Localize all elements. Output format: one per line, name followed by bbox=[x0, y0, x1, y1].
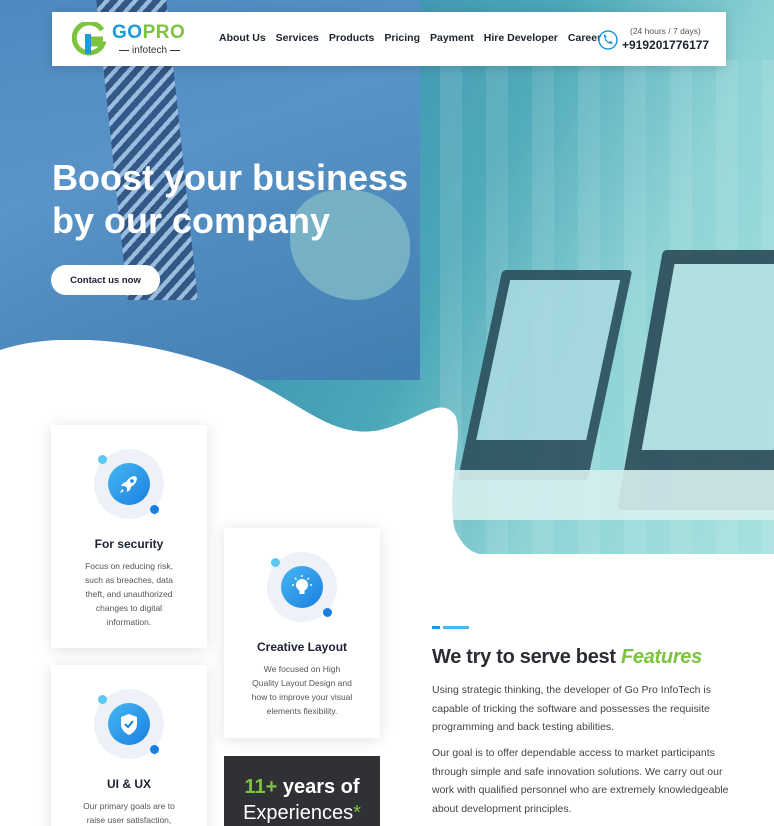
card-icon-circle bbox=[94, 689, 164, 759]
feature-card-creative-layout: Creative Layout We focused on High Quali… bbox=[224, 528, 380, 738]
features-paragraph: Using strategic thinking, the developer … bbox=[432, 684, 711, 733]
contact-phone[interactable]: (24 hours / 7 days) +919201776177 bbox=[598, 24, 718, 56]
features-heading-main: We try to serve best bbox=[432, 646, 616, 668]
rocket-icon bbox=[120, 476, 137, 493]
feature-card-ui-ux: UI & UX Our primary goals are to raise u… bbox=[51, 665, 207, 826]
logo-brand-pro: PRO bbox=[142, 22, 186, 43]
nav-about-us[interactable]: About Us bbox=[219, 32, 266, 44]
site-logo[interactable]: GOPRO infotech bbox=[72, 20, 192, 60]
nav-services[interactable]: Services bbox=[276, 32, 319, 44]
features-heading: We try to serve best Features bbox=[432, 646, 702, 669]
card-title: UI & UX bbox=[106, 777, 151, 791]
phone-hours: (24 hours / 7 days) bbox=[630, 26, 701, 36]
hero-title-line2: by our company bbox=[52, 200, 331, 241]
section-accent-bar bbox=[432, 626, 440, 629]
nav-products[interactable]: Products bbox=[329, 32, 375, 44]
features-heading-highlight: Features bbox=[620, 646, 702, 668]
logo-subtitle: infotech bbox=[116, 45, 183, 56]
nav-pricing[interactable]: Pricing bbox=[384, 32, 420, 44]
card-text: We focused on High Quality Layout Design… bbox=[251, 664, 353, 716]
experience-label-text: Experiences bbox=[243, 802, 354, 824]
features-paragraph: Our goal is to offer dependable access t… bbox=[432, 747, 729, 815]
nav-payment[interactable]: Payment bbox=[430, 32, 474, 44]
hero-title: Boost your business by our company bbox=[52, 156, 472, 242]
experience-word: years of bbox=[282, 776, 360, 798]
experience-label: Experiences* bbox=[224, 802, 380, 825]
hero-title-line1: Boost your business bbox=[52, 157, 409, 198]
logo-wordmark: GOPRO bbox=[112, 22, 185, 44]
lightbulb-icon bbox=[292, 575, 312, 594]
experience-years: 11+ years of bbox=[224, 776, 380, 799]
site-header: GOPRO infotech About Us Services Product… bbox=[52, 12, 726, 66]
experience-star: * bbox=[353, 802, 361, 824]
card-text: Focus on reducing risk, such as breaches… bbox=[85, 561, 173, 627]
card-icon-circle bbox=[94, 449, 164, 519]
card-text: Our primary goals are to raise user sati… bbox=[83, 801, 175, 825]
shield-check-icon bbox=[121, 714, 137, 735]
card-title: Creative Layout bbox=[256, 640, 348, 654]
nav-hire-developer[interactable]: Hire Developer bbox=[484, 32, 558, 44]
nav-career[interactable]: Career bbox=[568, 32, 601, 44]
card-title: For security bbox=[94, 537, 164, 551]
phone-icon bbox=[598, 30, 618, 50]
logo-brand-go: GO bbox=[112, 22, 143, 43]
main-nav: About Us Services Products Pricing Payme… bbox=[219, 32, 611, 44]
feature-card-security: For security Focus on reducing risk, suc… bbox=[51, 425, 207, 648]
experience-number: 11+ bbox=[244, 776, 278, 798]
contact-us-button[interactable]: Contact us now bbox=[51, 265, 160, 295]
phone-number[interactable]: +919201776177 bbox=[622, 38, 709, 52]
logo-g-icon bbox=[72, 22, 106, 56]
section-accent-bar bbox=[443, 626, 469, 629]
experience-badge: 11+ years of Experiences* bbox=[224, 756, 380, 826]
card-icon-circle bbox=[267, 552, 337, 622]
